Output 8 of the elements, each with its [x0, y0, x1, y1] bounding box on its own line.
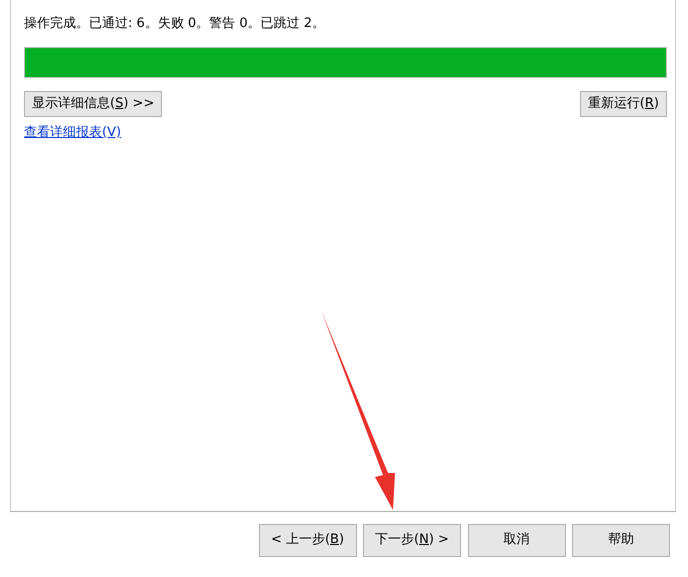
- cancel-button[interactable]: 取消: [468, 524, 566, 557]
- next-button[interactable]: 下一步(N) >: [363, 524, 461, 557]
- show-details-button[interactable]: 显示详细信息(S) >>: [24, 90, 162, 117]
- back-button[interactable]: < 上一步(B): [258, 524, 356, 557]
- status-text: 操作完成。已通过: 6。失败 0。警告 0。已跳过 2。: [24, 15, 326, 33]
- view-report-link[interactable]: 查看详细报表(V): [24, 125, 122, 140]
- rerun-button[interactable]: 重新运行(R): [580, 90, 667, 117]
- help-button[interactable]: 帮助: [572, 524, 670, 557]
